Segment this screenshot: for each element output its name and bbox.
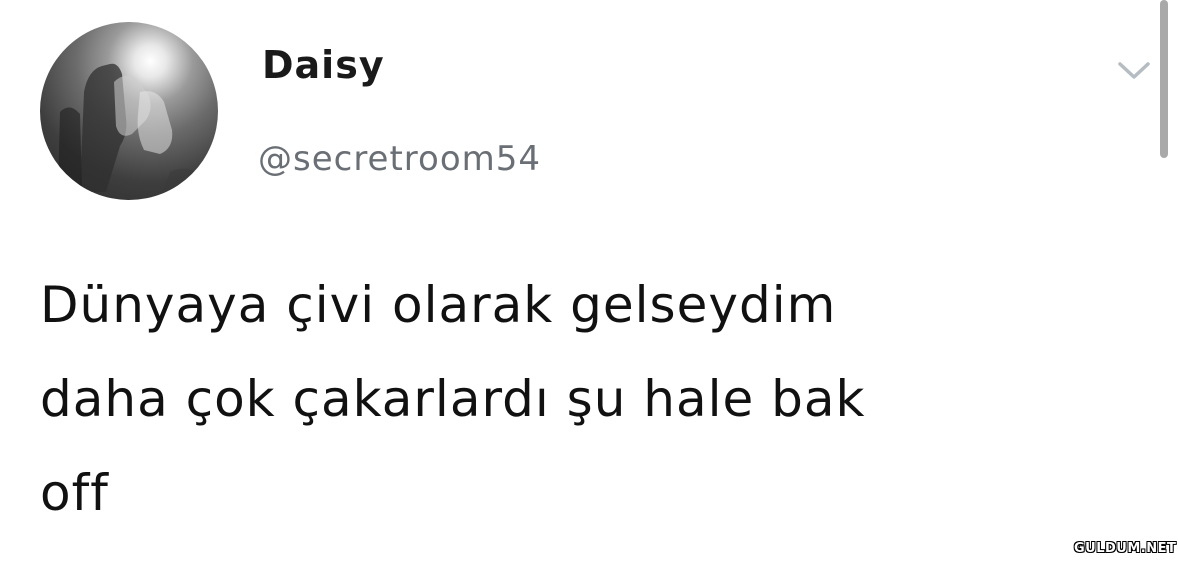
tweet-text: Dünyaya çivi olarak gelseydim daha çok ç… [40,276,866,522]
author-handle[interactable]: @secretroom54 [258,142,541,176]
chevron-down-icon[interactable] [1116,58,1152,82]
tweet-card: Daisy @secretroom54 Dünyaya çivi olarak … [0,0,1178,561]
author-display-name[interactable]: Daisy [262,46,385,84]
avatar-photo-icon [58,63,210,200]
scrollbar[interactable] [1160,0,1168,158]
watermark: GULDUM.NET [1074,541,1177,556]
avatar[interactable] [40,22,218,200]
